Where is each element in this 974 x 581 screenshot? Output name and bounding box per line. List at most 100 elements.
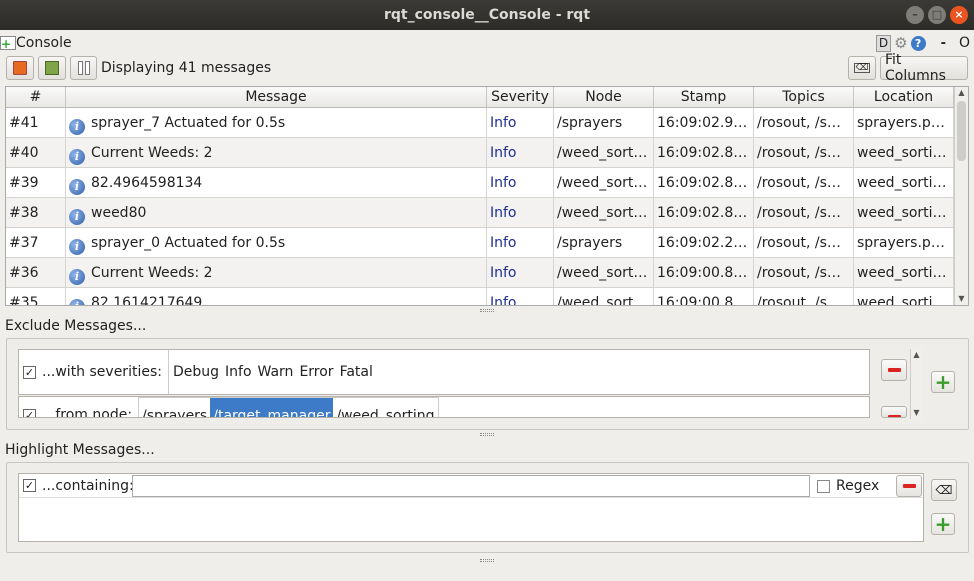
plugin-title: Console bbox=[16, 35, 72, 51]
containing-filter-checkbox[interactable]: ✓ bbox=[23, 479, 36, 492]
severity-info[interactable]: Info bbox=[225, 364, 252, 380]
add-highlight-filter-button[interactable]: + bbox=[931, 513, 955, 535]
severity-fatal[interactable]: Fatal bbox=[340, 364, 373, 380]
window-titlebar: rqt_console__Console - rqt – □ × bbox=[0, 0, 974, 30]
message-count: Displaying 41 messages bbox=[101, 60, 272, 76]
cell-topics: /rosout, /s… bbox=[754, 228, 854, 257]
cell-node: /weed_sort… bbox=[554, 138, 654, 167]
table-row[interactable]: #40 i Current Weeds: 2 Info /weed_sort… 1… bbox=[6, 138, 968, 168]
save-icon bbox=[45, 61, 59, 75]
cell-topics: /rosout, /s… bbox=[754, 258, 854, 287]
messages-table[interactable]: # Message Severity Node Stamp Topics Loc… bbox=[5, 86, 969, 306]
open-button[interactable] bbox=[6, 56, 34, 80]
message-text: sprayer_7 Actuated for 0.5s bbox=[91, 115, 286, 131]
cell-severity: Info bbox=[487, 228, 554, 257]
cell-severity: Info bbox=[487, 258, 554, 287]
save-button[interactable] bbox=[38, 56, 66, 80]
scroll-up-icon[interactable]: ▲ bbox=[911, 349, 922, 361]
maximize-icon[interactable]: □ bbox=[928, 6, 946, 24]
cell-message: i 82.4964598134 bbox=[66, 168, 487, 197]
message-text: 82.1614217649 bbox=[91, 295, 203, 306]
clear-icon: ⌫ bbox=[854, 63, 870, 73]
table-row[interactable]: #37 i sprayer_0 Actuated for 0.5s Info /s… bbox=[6, 228, 968, 258]
cell-stamp: 16:09:00.8… bbox=[654, 288, 754, 305]
minimize-icon[interactable]: – bbox=[906, 6, 924, 24]
cell-node: /weed_sort… bbox=[554, 288, 654, 305]
table-scrollbar[interactable]: ▲ ▼ bbox=[954, 87, 968, 305]
table-row[interactable]: #36 i Current Weeds: 2 Info /weed_sort… 1… bbox=[6, 258, 968, 288]
table-row[interactable]: #35 i 82.1614217649 Info /weed_sort… 16:0… bbox=[6, 288, 968, 306]
table-row[interactable]: #41 i sprayer_7 Actuated for 0.5s Info /s… bbox=[6, 108, 968, 138]
info-icon: i bbox=[69, 299, 85, 305]
dock-button[interactable]: D bbox=[875, 34, 892, 52]
cell-topics: /rosout, /s… bbox=[754, 138, 854, 167]
severity-filter-row: ✓ ...with severities: Debug Info Warn Er… bbox=[18, 349, 870, 395]
highlight-options-button[interactable]: ⌫ bbox=[931, 479, 957, 501]
window-title: rqt_console__Console - rqt bbox=[383, 7, 591, 23]
node-sprayers[interactable]: /sprayers bbox=[139, 398, 210, 417]
splitter-handle[interactable] bbox=[480, 559, 494, 562]
cell-severity: Info bbox=[487, 168, 554, 197]
containing-input[interactable] bbox=[132, 475, 810, 497]
column-header-severity[interactable]: Severity bbox=[487, 87, 554, 107]
node-list[interactable]: /sprayers /target_manager /weed_sorting bbox=[138, 397, 439, 417]
add-exclude-filter-button[interactable]: + bbox=[931, 371, 955, 393]
regex-label: Regex bbox=[836, 478, 880, 494]
minimize-plugin-button[interactable]: - bbox=[941, 36, 946, 51]
node-weed-sorting[interactable]: /weed_sorting bbox=[333, 398, 437, 417]
cell-severity: Info bbox=[487, 108, 554, 137]
column-header-index[interactable]: # bbox=[6, 87, 66, 107]
clear-button[interactable]: ⌫ bbox=[848, 56, 876, 80]
column-header-topics[interactable]: Topics bbox=[754, 87, 854, 107]
table-row[interactable]: #39 i 82.4964598134 Info /weed_sort… 16:0… bbox=[6, 168, 968, 198]
severity-list[interactable]: Debug Info Warn Error Fatal bbox=[167, 350, 373, 394]
node-filter-checkbox[interactable]: ✓ bbox=[23, 409, 36, 417]
scroll-down-icon[interactable]: ▼ bbox=[955, 293, 968, 305]
cell-index: #40 bbox=[6, 138, 66, 167]
severity-debug[interactable]: Debug bbox=[173, 364, 219, 380]
close-plugin-button[interactable]: O bbox=[959, 35, 970, 51]
gear-icon[interactable]: ⚙ bbox=[894, 34, 907, 52]
severity-filter-checkbox[interactable]: ✓ bbox=[23, 365, 36, 379]
scroll-down-icon[interactable]: ▼ bbox=[911, 407, 922, 419]
plugin-bar: Console D ⚙ ? - O bbox=[0, 34, 974, 54]
cell-message: i weed80 bbox=[66, 198, 487, 227]
cell-location: weed_sorti… bbox=[854, 258, 954, 287]
column-header-node[interactable]: Node bbox=[554, 87, 654, 107]
remove-severity-filter-button[interactable] bbox=[881, 359, 907, 381]
remove-node-filter-button[interactable] bbox=[881, 406, 907, 418]
fit-columns-button[interactable]: Fit Columns bbox=[880, 52, 968, 84]
info-icon: i bbox=[69, 119, 85, 135]
cell-index: #35 bbox=[6, 288, 66, 305]
pause-button[interactable] bbox=[70, 56, 97, 80]
close-icon[interactable]: × bbox=[950, 6, 968, 24]
node-target-manager[interactable]: /target_manager bbox=[210, 398, 334, 417]
remove-containing-filter-button[interactable] bbox=[896, 475, 922, 497]
column-header-stamp[interactable]: Stamp bbox=[654, 87, 754, 107]
severity-error[interactable]: Error bbox=[299, 364, 333, 380]
cell-stamp: 16:09:02.9… bbox=[654, 108, 754, 137]
table-row[interactable]: #38 i weed80 Info /weed_sort… 16:09:02.8…… bbox=[6, 198, 968, 228]
help-icon[interactable]: ? bbox=[910, 35, 926, 51]
message-text: Current Weeds: 2 bbox=[91, 145, 213, 161]
cell-stamp: 16:09:00.8… bbox=[654, 258, 754, 287]
cell-topics: /rosout, /s… bbox=[754, 288, 854, 305]
regex-toggle[interactable]: Regex bbox=[817, 478, 879, 494]
scroll-up-icon[interactable]: ▲ bbox=[955, 87, 968, 99]
cell-stamp: 16:09:02.8… bbox=[654, 138, 754, 167]
regex-checkbox[interactable] bbox=[817, 479, 830, 493]
splitter-handle[interactable] bbox=[480, 309, 494, 312]
splitter-handle[interactable] bbox=[480, 433, 494, 436]
cell-message: i sprayer_7 Actuated for 0.5s bbox=[66, 108, 487, 137]
containing-filter-label: ...containing: bbox=[42, 477, 134, 494]
cell-node: /weed_sort… bbox=[554, 168, 654, 197]
cell-severity: Info bbox=[487, 138, 554, 167]
info-icon: i bbox=[69, 209, 85, 225]
column-header-message[interactable]: Message bbox=[66, 87, 487, 107]
scrollbar-thumb[interactable] bbox=[957, 101, 966, 161]
exclude-scrollbar[interactable]: ▲ ▼ bbox=[910, 349, 922, 419]
cell-topics: /rosout, /s… bbox=[754, 198, 854, 227]
column-header-location[interactable]: Location bbox=[854, 87, 954, 107]
cell-stamp: 16:09:02.8… bbox=[654, 198, 754, 227]
severity-warn[interactable]: Warn bbox=[258, 364, 294, 380]
